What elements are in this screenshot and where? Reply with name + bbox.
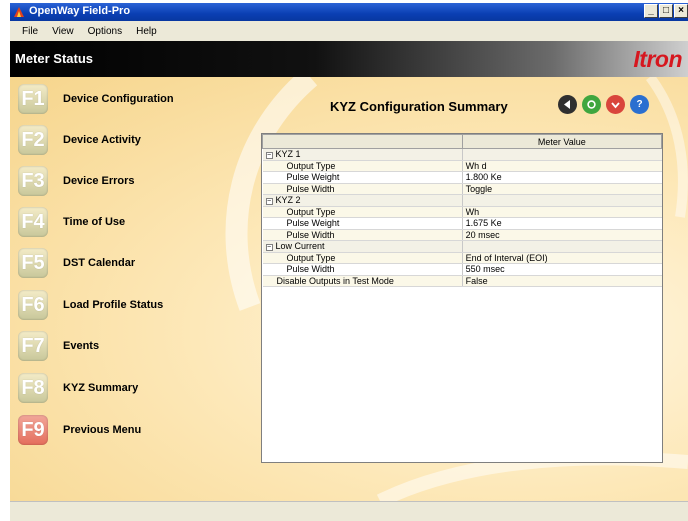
cell-value: 20 msec <box>462 229 662 241</box>
f3-key-icon: F3 <box>18 166 48 196</box>
group-label: KYZ 1 <box>275 149 301 160</box>
menu-file[interactable]: File <box>16 26 46 37</box>
stop-icon[interactable] <box>606 95 625 114</box>
fkey-device-errors[interactable]: F3 Device Errors <box>18 163 258 199</box>
fkey-events[interactable]: F7 Events <box>18 328 258 364</box>
cell-value: 550 msec <box>462 263 662 276</box>
group-label: Low Current <box>275 241 325 252</box>
grid-group-row[interactable]: − KYZ 1 <box>262 148 662 161</box>
fkey-label: Device Activity <box>63 134 141 146</box>
f8-key-icon: F8 <box>18 373 48 403</box>
cell-name: Pulse Width <box>262 229 463 241</box>
app-window: OpenWay Field-Pro _ □ × File View Option… <box>10 3 688 521</box>
help-icon[interactable]: ? <box>630 95 649 114</box>
grid-header-name <box>262 134 463 149</box>
fkey-time-of-use[interactable]: F4 Time of Use <box>18 204 258 240</box>
f1-key-icon: F1 <box>18 84 48 114</box>
f7-key-icon: F7 <box>18 331 48 361</box>
fkey-load-profile-status[interactable]: F6 Load Profile Status <box>18 287 258 323</box>
grid-row[interactable]: Output Type Wh <box>262 206 662 218</box>
refresh-icon[interactable] <box>582 95 601 114</box>
f4-key-icon: F4 <box>18 207 48 237</box>
window-title: OpenWay Field-Pro <box>29 5 131 17</box>
cell-value <box>462 148 662 161</box>
cell-name: Pulse Width <box>262 183 463 195</box>
f2-key-icon: F2 <box>18 125 48 155</box>
menu-options[interactable]: Options <box>82 26 130 37</box>
cell-name: Output Type <box>262 206 463 218</box>
group-label: KYZ 2 <box>275 195 301 206</box>
collapse-icon[interactable]: − <box>265 152 273 160</box>
fkey-device-configuration[interactable]: F1 Device Configuration <box>18 81 258 117</box>
grid-row[interactable]: Pulse Width Toggle <box>262 183 662 195</box>
cell-value: Wh <box>462 206 662 218</box>
page-title: Meter Status <box>15 51 94 66</box>
menu-bar: File View Options Help <box>10 21 688 41</box>
cell-name: Output Type <box>262 252 463 264</box>
grid-row[interactable]: Pulse Width 550 msec <box>262 263 662 276</box>
collapse-icon[interactable]: − <box>265 198 273 206</box>
itron-logo: Itron <box>633 46 682 72</box>
grid-row[interactable]: Pulse Width 20 msec <box>262 229 662 241</box>
header-bar: Meter Status Itron <box>10 41 688 77</box>
cell-value: Wh d <box>462 160 662 172</box>
cell-value: 1.800 Ke <box>462 171 662 184</box>
cell-name: Output Type <box>262 160 463 172</box>
grid-group-row[interactable]: − KYZ 2 <box>262 194 662 207</box>
grid-group-row[interactable]: − Low Current <box>262 240 662 253</box>
fkey-dst-calendar[interactable]: F5 DST Calendar <box>18 245 258 281</box>
f9-key-icon: F9 <box>18 415 48 445</box>
title-bar: OpenWay Field-Pro _ □ × <box>10 3 688 21</box>
grid-row[interactable]: Pulse Weight 1.675 Ke <box>262 217 662 230</box>
action-toolbar: ? <box>558 95 649 114</box>
fkey-device-activity[interactable]: F2 Device Activity <box>18 122 258 158</box>
cell-value: False <box>462 275 662 287</box>
fkey-label: Device Errors <box>63 175 135 187</box>
cell-value <box>462 240 662 253</box>
app-icon <box>14 7 24 17</box>
summary-title: KYZ Configuration Summary <box>330 99 508 114</box>
close-button[interactable]: × <box>674 4 688 18</box>
fkey-label: DST Calendar <box>63 257 136 269</box>
menu-view[interactable]: View <box>46 26 82 37</box>
cell-value: 1.675 Ke <box>462 217 662 230</box>
cell-value <box>462 194 662 207</box>
fkey-label: Device Configuration <box>63 93 174 105</box>
fkey-label: Time of Use <box>63 216 126 228</box>
cell-value: End of Interval (EOI) <box>462 252 662 264</box>
cell-name: Pulse Width <box>262 263 463 276</box>
collapse-icon[interactable]: − <box>265 244 273 252</box>
kyz-summary-grid: Meter Value − KYZ 1 Output Type Wh d Puls… <box>261 133 663 463</box>
grid-row[interactable]: Output Type Wh d <box>262 160 662 172</box>
main-panel: F1 Device Configuration F2 Device Activi… <box>10 77 688 501</box>
fkey-label: KYZ Summary <box>63 382 139 394</box>
cell-name: Pulse Weight <box>262 171 463 184</box>
fkey-previous-menu[interactable]: F9 Previous Menu <box>18 412 258 448</box>
fkey-label: Previous Menu <box>63 424 142 436</box>
maximize-button[interactable]: □ <box>659 4 673 18</box>
grid-row[interactable]: Disable Outputs in Test Mode False <box>262 275 662 287</box>
window-controls: _ □ × <box>644 4 688 20</box>
cell-name: Disable Outputs in Test Mode <box>262 275 463 287</box>
grid-row[interactable]: Output Type End of Interval (EOI) <box>262 252 662 264</box>
minimize-button[interactable]: _ <box>644 4 658 18</box>
fkey-label: Events <box>63 340 100 352</box>
status-bar <box>10 501 688 521</box>
menu-help[interactable]: Help <box>130 26 165 37</box>
f5-key-icon: F5 <box>18 248 48 278</box>
cell-value: Toggle <box>462 183 662 195</box>
fkey-kyz-summary[interactable]: F8 KYZ Summary <box>18 370 258 406</box>
back-icon[interactable] <box>558 95 577 114</box>
f6-key-icon: F6 <box>18 290 48 320</box>
fkey-label: Load Profile Status <box>63 299 164 311</box>
grid-row[interactable]: Pulse Weight 1.800 Ke <box>262 171 662 184</box>
grid-header-meter-value: Meter Value <box>461 134 663 149</box>
cell-name: Pulse Weight <box>262 217 463 230</box>
